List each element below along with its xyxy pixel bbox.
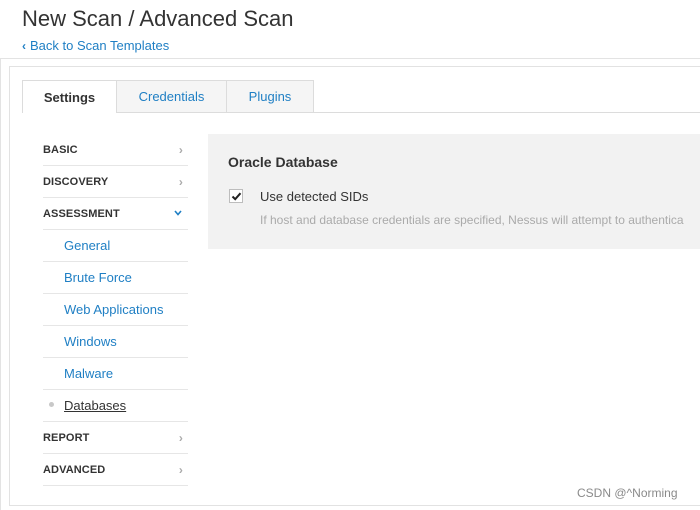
page-left-border bbox=[0, 58, 1, 510]
sidebar-item-label: BASIC bbox=[43, 143, 78, 156]
sidebar-item-advanced[interactable]: ADVANCED › bbox=[43, 454, 188, 486]
sidebar-item-web-applications[interactable]: Web Applications bbox=[43, 294, 188, 326]
chevron-down-icon bbox=[173, 207, 183, 221]
header-divider bbox=[0, 58, 700, 59]
chevron-left-icon: ‹ bbox=[22, 39, 26, 53]
sidebar-item-label: Malware bbox=[64, 366, 114, 381]
sidebar-item-brute-force[interactable]: Brute Force bbox=[43, 262, 188, 294]
chevron-right-icon: › bbox=[178, 463, 183, 477]
page-title: New Scan / Advanced Scan bbox=[22, 6, 294, 31]
use-detected-sids-checkbox[interactable] bbox=[229, 189, 243, 203]
use-detected-sids-label: Use detected SIDs bbox=[260, 189, 369, 204]
panel-title: Oracle Database bbox=[228, 154, 338, 170]
settings-sidebar: BASIC › DISCOVERY › ASSESSMENT General B… bbox=[43, 134, 188, 486]
chevron-right-icon: › bbox=[178, 175, 183, 189]
sidebar-item-malware[interactable]: Malware bbox=[43, 358, 188, 390]
sidebar-item-assessment[interactable]: ASSESSMENT bbox=[43, 198, 188, 230]
checkmark-icon bbox=[231, 192, 242, 201]
sidebar-item-databases[interactable]: Databases bbox=[43, 390, 188, 422]
sidebar-item-label: REPORT bbox=[43, 431, 90, 444]
sidebar-item-general[interactable]: General bbox=[43, 230, 188, 262]
back-to-templates-link[interactable]: ‹ Back to Scan Templates bbox=[22, 38, 169, 53]
chevron-right-icon: › bbox=[178, 143, 183, 157]
sidebar-item-label: Databases bbox=[64, 398, 127, 413]
back-link-label: Back to Scan Templates bbox=[30, 38, 170, 53]
tab-bar: Settings Credentials Plugins bbox=[22, 80, 314, 113]
chevron-right-icon: › bbox=[178, 431, 183, 445]
watermark: CSDN @^Norming bbox=[577, 486, 678, 500]
tab-plugins[interactable]: Plugins bbox=[226, 80, 314, 112]
sidebar-item-label: Windows bbox=[64, 334, 117, 349]
sidebar-item-basic[interactable]: BASIC › bbox=[43, 134, 188, 166]
sidebar-item-label: Brute Force bbox=[64, 270, 132, 285]
sidebar-item-label: Web Applications bbox=[64, 302, 164, 317]
sidebar-item-discovery[interactable]: DISCOVERY › bbox=[43, 166, 188, 198]
sidebar-item-label: DISCOVERY bbox=[43, 175, 109, 188]
oracle-database-panel: Oracle Database Use detected SIDs If hos… bbox=[208, 134, 700, 249]
current-item-dot-icon bbox=[49, 402, 54, 407]
tabs-divider bbox=[116, 112, 700, 113]
tab-settings[interactable]: Settings bbox=[22, 80, 117, 113]
sidebar-item-label: General bbox=[64, 238, 111, 253]
sidebar-item-report[interactable]: REPORT › bbox=[43, 422, 188, 454]
tab-credentials[interactable]: Credentials bbox=[116, 80, 227, 112]
sidebar-item-windows[interactable]: Windows bbox=[43, 326, 188, 358]
help-text: If host and database credentials are spe… bbox=[260, 213, 684, 227]
sidebar-item-label: ADVANCED bbox=[43, 463, 106, 476]
sidebar-item-label: ASSESSMENT bbox=[43, 207, 120, 220]
